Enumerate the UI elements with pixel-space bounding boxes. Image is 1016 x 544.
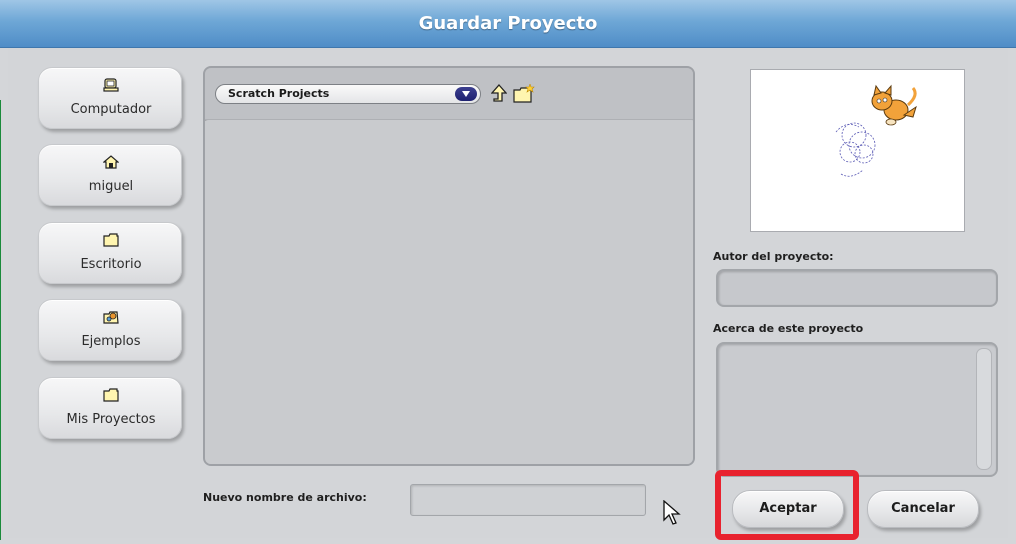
window-edge bbox=[0, 100, 1, 540]
about-label: Acerca de este proyecto bbox=[713, 322, 864, 335]
location-label: Mis Proyectos bbox=[66, 412, 156, 427]
file-browser: Scratch Projects bbox=[203, 66, 695, 466]
new-folder-icon[interactable] bbox=[513, 84, 535, 104]
computer-icon bbox=[103, 78, 119, 92]
examples-folder-icon bbox=[103, 311, 119, 324]
author-field[interactable] bbox=[716, 269, 998, 307]
author-label: Autor del proyecto: bbox=[713, 250, 834, 263]
browser-toolbar: Scratch Projects bbox=[205, 68, 693, 120]
folder-select[interactable]: Scratch Projects bbox=[215, 84, 481, 104]
up-folder-icon[interactable] bbox=[491, 84, 507, 104]
filename-input[interactable] bbox=[410, 484, 646, 516]
filename-label: Nuevo nombre de archivo: bbox=[203, 491, 367, 504]
location-label: Computador bbox=[70, 102, 152, 117]
file-list[interactable] bbox=[205, 121, 693, 464]
location-button-computer[interactable]: Computador bbox=[38, 67, 182, 129]
mouse-cursor-icon bbox=[663, 500, 681, 525]
accept-highlight-box bbox=[715, 470, 859, 540]
chevron-down-icon[interactable] bbox=[455, 87, 477, 101]
location-button-home[interactable]: miguel bbox=[38, 144, 182, 206]
scratch-cat-thumbnail-icon bbox=[835, 84, 917, 177]
home-icon bbox=[103, 155, 119, 169]
about-scrollbar[interactable] bbox=[976, 348, 992, 470]
cancel-button[interactable]: Cancelar bbox=[867, 490, 979, 528]
folder-select-value: Scratch Projects bbox=[228, 87, 330, 100]
folder-icon bbox=[103, 233, 119, 247]
location-label: Ejemplos bbox=[81, 334, 141, 349]
dialog-titlebar[interactable]: Guardar Proyecto bbox=[0, 0, 1016, 48]
dialog-title: Guardar Proyecto bbox=[418, 13, 598, 34]
about-textarea[interactable] bbox=[716, 342, 998, 477]
location-button-my-projects[interactable]: Mis Proyectos bbox=[38, 377, 182, 439]
save-project-dialog: Guardar Proyecto Computador miguel Escri… bbox=[0, 0, 1016, 544]
location-label: miguel bbox=[88, 179, 134, 194]
project-thumbnail bbox=[750, 69, 965, 232]
folder-icon bbox=[103, 388, 119, 402]
location-button-desktop[interactable]: Escritorio bbox=[38, 222, 182, 284]
location-label: Escritorio bbox=[80, 257, 142, 272]
location-button-examples[interactable]: Ejemplos bbox=[38, 299, 182, 361]
